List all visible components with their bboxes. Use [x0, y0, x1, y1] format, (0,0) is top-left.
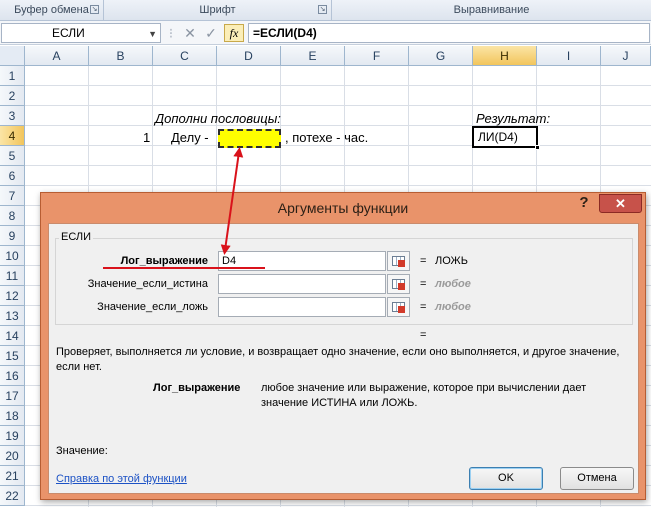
cell-b4[interactable]: 1 [143, 127, 150, 148]
help-icon[interactable]: ? [574, 193, 594, 215]
arg-label-logical-test: Лог_выражение [120, 255, 208, 267]
row-header-22[interactable]: 22 [0, 486, 25, 506]
close-button[interactable]: ✕ [599, 194, 642, 213]
row-header-8[interactable]: 8 [0, 206, 25, 226]
ribbon-group-alignment: Выравнивание [332, 0, 651, 20]
chevron-down-icon[interactable]: ▼ [148, 25, 157, 43]
cell-c4[interactable]: Делу - [171, 127, 209, 148]
cell-c3[interactable]: Дополни пословицы: [155, 108, 281, 129]
grid-row-line [25, 185, 651, 186]
function-description: Проверяет, выполняется ли условие, и воз… [56, 346, 620, 373]
arg-label-value-if-true: Значение_если_истина [87, 278, 208, 290]
ok-button[interactable]: OK [469, 467, 543, 490]
ribbon-group-bar: Буфер обмена ↘ Шрифт ↘ Выравнивание [0, 0, 651, 21]
function-result-eq-sign: = [420, 329, 427, 341]
range-select-icon[interactable] [387, 274, 410, 294]
ribbon-group-font-label: Шрифт [199, 4, 236, 16]
arg-eq-sign: = [420, 278, 427, 290]
range-select-icon[interactable] [387, 297, 410, 317]
value-label: Значение: [56, 445, 108, 457]
column-header-b[interactable]: B [89, 46, 153, 66]
grid-row-line [25, 125, 651, 126]
row-header-17[interactable]: 17 [0, 386, 25, 406]
ribbon-group-clipboard: Буфер обмена ↘ [0, 0, 104, 20]
row-header-11[interactable]: 11 [0, 266, 25, 286]
arg-label-value-if-false: Значение_если_ложь [97, 301, 208, 313]
row-header-13[interactable]: 13 [0, 306, 25, 326]
row-header-3[interactable]: 3 [0, 106, 25, 126]
row-header-14[interactable]: 14 [0, 326, 25, 346]
row-header-20[interactable]: 20 [0, 446, 25, 466]
row-header-2[interactable]: 2 [0, 86, 25, 106]
name-box-value: ЕСЛИ [52, 26, 85, 40]
select-all-corner[interactable] [0, 46, 25, 66]
row-header-12[interactable]: 12 [0, 286, 25, 306]
arg-result-value-if-true: любое [435, 278, 471, 290]
cell-h4: ЛИ(D4) [478, 130, 518, 144]
cancel-button[interactable]: Отмена [560, 467, 634, 490]
row-header-1[interactable]: 1 [0, 66, 25, 86]
arg-description-name: Лог_выражение [153, 382, 241, 394]
column-header-c[interactable]: C [153, 46, 217, 66]
column-header-e[interactable]: E [281, 46, 345, 66]
column-header-j[interactable]: J [601, 46, 651, 66]
grid-row-line [25, 85, 651, 86]
row-header-19[interactable]: 19 [0, 426, 25, 446]
function-name-label: ЕСЛИ [59, 231, 94, 243]
row-header-15[interactable]: 15 [0, 346, 25, 366]
row-header-16[interactable]: 16 [0, 366, 25, 386]
formula-bar: ЕСЛИ ▼ ⁝ ✕ ✓ fx =ЕСЛИ(D4) [0, 21, 651, 45]
ribbon-group-font: Шрифт ↘ [104, 0, 332, 20]
formula-input[interactable]: =ЕСЛИ(D4) [248, 23, 650, 43]
dialog-launcher-icon[interactable]: ↘ [318, 5, 327, 14]
formula-buttons: ⁝ ✕ ✓ fx [165, 23, 247, 43]
grip-icon: ⁝ [168, 25, 174, 41]
row-header-7[interactable]: 7 [0, 186, 25, 206]
insert-function-icon[interactable]: fx [224, 24, 244, 42]
arg-result-value-if-false: любое [435, 301, 471, 313]
arg-input-value-if-false[interactable] [218, 297, 386, 317]
row-header-9[interactable]: 9 [0, 226, 25, 246]
row-header-18[interactable]: 18 [0, 406, 25, 426]
help-link[interactable]: Справка по этой функции [56, 473, 187, 485]
arg-description-text: любое значение или выражение, которое пр… [261, 382, 587, 409]
ribbon-group-alignment-label: Выравнивание [453, 4, 530, 16]
column-header-h[interactable]: H [473, 46, 537, 66]
row-header-4[interactable]: 4 [0, 126, 25, 146]
dialog-title: Аргументы функции [277, 200, 409, 216]
name-box[interactable]: ЕСЛИ ▼ [1, 23, 161, 43]
row-header-10[interactable]: 10 [0, 246, 25, 266]
cell-e4[interactable]: , потехе - час. [285, 127, 368, 148]
arg-input-logical-test[interactable]: D4 [218, 251, 386, 271]
row-header-6[interactable]: 6 [0, 166, 25, 186]
grid-row-line [25, 105, 651, 106]
arg-result-logical-test: ЛОЖЬ [435, 255, 468, 267]
cell-d4-highlighted[interactable] [218, 129, 281, 148]
arg-input-value-if-true[interactable] [218, 274, 386, 294]
enter-formula-icon[interactable]: ✓ [202, 23, 220, 43]
range-select-icon[interactable] [387, 251, 410, 271]
row-header-21[interactable]: 21 [0, 466, 25, 486]
ribbon-group-clipboard-label: Буфер обмена [14, 4, 89, 16]
grid-row-line [25, 165, 651, 166]
grid-row-line [25, 505, 651, 506]
dialog-launcher-icon[interactable]: ↘ [90, 5, 99, 14]
column-header-g[interactable]: G [409, 46, 473, 66]
fill-handle[interactable] [535, 145, 540, 150]
function-arguments-dialog: Аргументы функции ? ✕ ЕСЛИ Лог_выражение… [40, 192, 646, 500]
arg-eq-sign: = [420, 255, 427, 267]
column-header-d[interactable]: D [217, 46, 281, 66]
column-header-i[interactable]: I [537, 46, 601, 66]
dialog-body: ЕСЛИ Лог_выражение D4 = ЛОЖЬ Значение_ес… [48, 223, 639, 494]
cancel-formula-icon[interactable]: ✕ [181, 23, 199, 43]
active-cell-h4[interactable]: ЛИ(D4) [472, 126, 540, 150]
row-header-5[interactable]: 5 [0, 146, 25, 166]
column-header-a[interactable]: A [25, 46, 89, 66]
arg-eq-sign: = [420, 301, 427, 313]
column-header-f[interactable]: F [345, 46, 409, 66]
